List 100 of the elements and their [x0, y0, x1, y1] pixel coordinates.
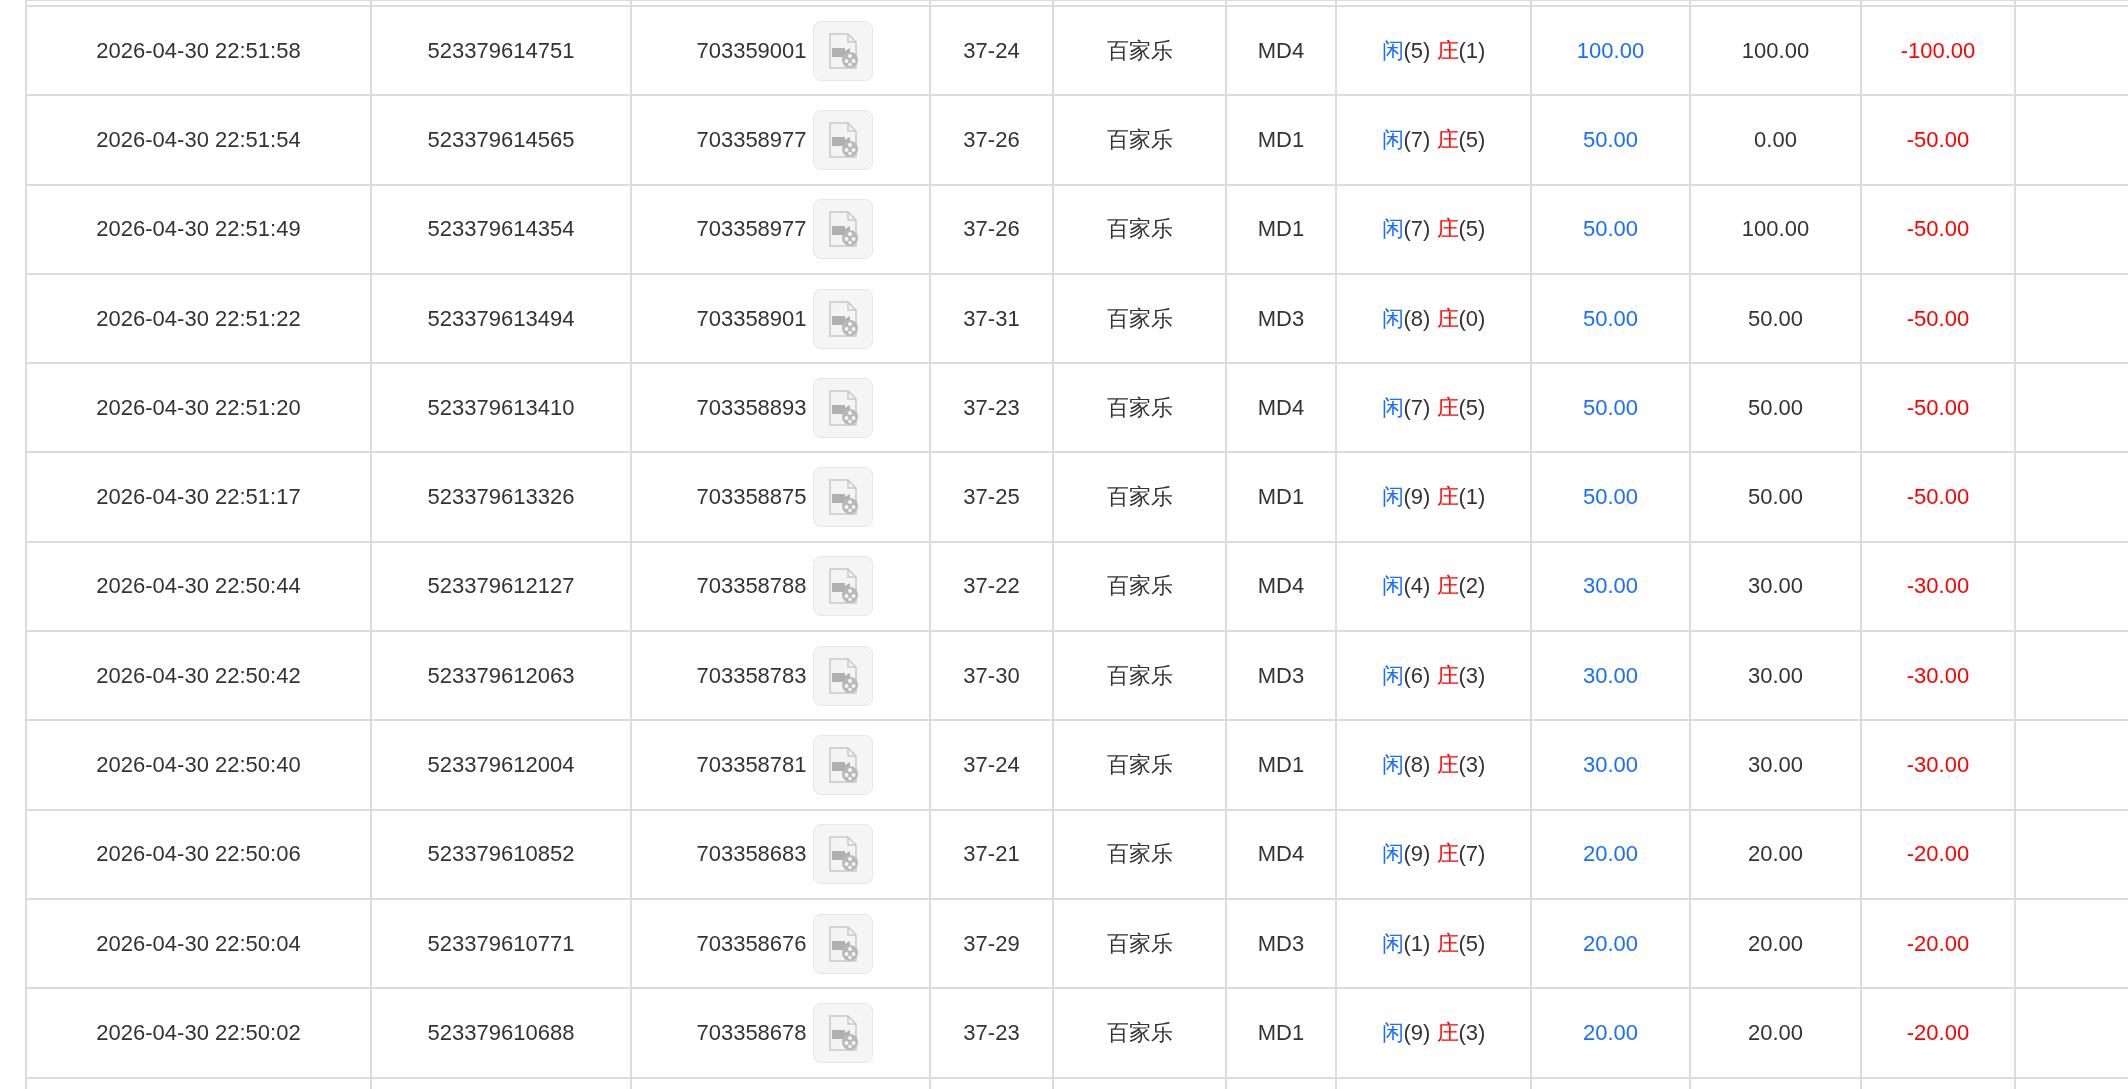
video-button[interactable] — [812, 824, 873, 885]
table-cell: 703358875 — [696, 484, 807, 511]
table-cell: 20.00 — [1690, 988, 1861, 1078]
video-button[interactable] — [812, 377, 873, 438]
table-cell: MD4 — [1226, 6, 1336, 96]
table-cell: 30.00 — [1531, 720, 1690, 810]
table-cell: MD1 — [1226, 452, 1336, 542]
table-cell: 100.00 — [1531, 6, 1690, 96]
table-cell: 闲(7) 庄(5) — [1336, 184, 1531, 274]
table-cell: MD4 — [1226, 363, 1336, 453]
table-cell: 百家乐 — [1053, 720, 1226, 810]
table-cell: 37-24 — [930, 720, 1053, 810]
table-cell: 523379612063 — [371, 631, 631, 721]
table-cell: 20.00 — [1531, 809, 1690, 899]
table-cell: 100.00 — [1690, 184, 1861, 274]
table-cell: 50.00 — [1690, 363, 1861, 453]
table-cell: 20.00 — [1531, 988, 1690, 1078]
video-button[interactable] — [812, 109, 873, 170]
table-cell: 2026-04-30 22:51:20 — [26, 363, 371, 453]
table-cell: 37-24 — [930, 6, 1053, 96]
table-cell: 百家乐 — [1053, 541, 1226, 632]
table-cell: 100.00 — [1690, 6, 1861, 96]
table-cell: 闲(7) 庄(5) — [1336, 95, 1531, 185]
video-button[interactable] — [812, 199, 873, 260]
table-cell: 20.00 — [1690, 898, 1861, 989]
video-button[interactable] — [812, 735, 873, 795]
video-button[interactable] — [812, 913, 873, 974]
table-cell: 闲(1) 庄(5) — [1336, 898, 1531, 989]
table-cell: 闲(7) 庄(5) — [1336, 363, 1531, 453]
table-cell: 百家乐 — [1053, 6, 1226, 96]
video-button[interactable] — [812, 20, 873, 81]
table-cell: 523379613326 — [371, 452, 631, 542]
table-cell: 523379614354 — [371, 184, 631, 274]
table-cell: 30.00 — [1531, 541, 1690, 632]
table-cell: 2026-04-30 22:51:17 — [26, 452, 371, 542]
table-cell: -30.00 — [1861, 541, 2015, 632]
table-cell: 37-30 — [930, 631, 1053, 721]
table-cell: 2026-04-30 22:51:22 — [26, 273, 371, 364]
table-cell: 703359001 — [696, 37, 807, 64]
table-cell: 703358783 — [696, 662, 807, 689]
table-cell: 523379610771 — [371, 898, 631, 989]
table-cell: 30.00 — [1690, 541, 1861, 632]
table-cell: 百家乐 — [1053, 631, 1226, 721]
table-cell: 闲(9) 庄(7) — [1336, 809, 1531, 899]
video-button[interactable] — [812, 1002, 873, 1063]
table-cell: 523379610852 — [371, 809, 631, 899]
table-cell: 百家乐 — [1053, 184, 1226, 274]
table-cell: 703358977 — [696, 126, 807, 153]
table-cell: 50.00 — [1690, 452, 1861, 542]
table-cell: 523379614751 — [371, 6, 631, 96]
table-cell: 523379610688 — [371, 988, 631, 1078]
table-cell: 2026-04-30 22:50:06 — [26, 809, 371, 899]
table-cell: 703358901 — [696, 305, 807, 332]
table-cell: 2026-04-30 22:50:40 — [26, 720, 371, 810]
table-cell: -50.00 — [1861, 363, 2015, 453]
table-cell: 703358977 — [696, 216, 807, 243]
video-button[interactable] — [812, 645, 873, 706]
video-button[interactable] — [812, 467, 873, 528]
table-cell: 37-26 — [930, 184, 1053, 274]
table-cell: -20.00 — [1861, 898, 2015, 989]
table-cell: MD3 — [1226, 631, 1336, 721]
table-cell: 37-26 — [930, 95, 1053, 185]
video-button[interactable] — [812, 288, 873, 349]
table-cell: 百家乐 — [1053, 363, 1226, 453]
table-cell: -30.00 — [1861, 631, 2015, 721]
table-cell: MD1 — [1226, 720, 1336, 810]
table-cell: 2026-04-30 22:50:42 — [26, 631, 371, 721]
table-cell: 20.00 — [1531, 898, 1690, 989]
table-cell: 2026-04-30 22:50:44 — [26, 541, 371, 632]
table-cell: 523379612004 — [371, 720, 631, 810]
table-cell: 703358678 — [696, 1019, 807, 1046]
table-cell: 50.00 — [1531, 95, 1690, 185]
table-cell: 37-23 — [930, 988, 1053, 1078]
table-cell: 20.00 — [1690, 809, 1861, 899]
table-cell: 30.00 — [1690, 631, 1861, 721]
table-cell: MD1 — [1226, 95, 1336, 185]
table-cell: 百家乐 — [1053, 95, 1226, 185]
table-cell: 523379613494 — [371, 273, 631, 364]
table-cell: 703358893 — [696, 394, 807, 421]
table-cell: 闲(5) 庄(1) — [1336, 6, 1531, 96]
table-cell: 50.00 — [1531, 184, 1690, 274]
table-cell: 2026-04-30 22:51:54 — [26, 95, 371, 185]
table-cell: -50.00 — [1861, 452, 2015, 542]
video-button[interactable] — [812, 556, 873, 617]
table-cell: -100.00 — [1861, 6, 2015, 96]
table-cell: MD1 — [1226, 988, 1336, 1078]
table-cell: 闲(9) 庄(3) — [1336, 988, 1531, 1078]
table-cell: 闲(9) 庄(1) — [1336, 452, 1531, 542]
table-cell: 30.00 — [1531, 631, 1690, 721]
table-cell: 闲(8) 庄(0) — [1336, 273, 1531, 364]
table-cell: 2026-04-30 22:50:04 — [26, 898, 371, 989]
table-cell: 50.00 — [1531, 273, 1690, 364]
table-cell: 523379614565 — [371, 95, 631, 185]
table-cell: 闲(4) 庄(2) — [1336, 541, 1531, 632]
table-cell: 百家乐 — [1053, 452, 1226, 542]
table-cell: -50.00 — [1861, 273, 2015, 364]
table-cell: 523379613410 — [371, 363, 631, 453]
table-cell: 50.00 — [1690, 273, 1861, 364]
table-cell: 闲(8) 庄(3) — [1336, 720, 1531, 810]
table-cell: 703358676 — [696, 930, 807, 957]
